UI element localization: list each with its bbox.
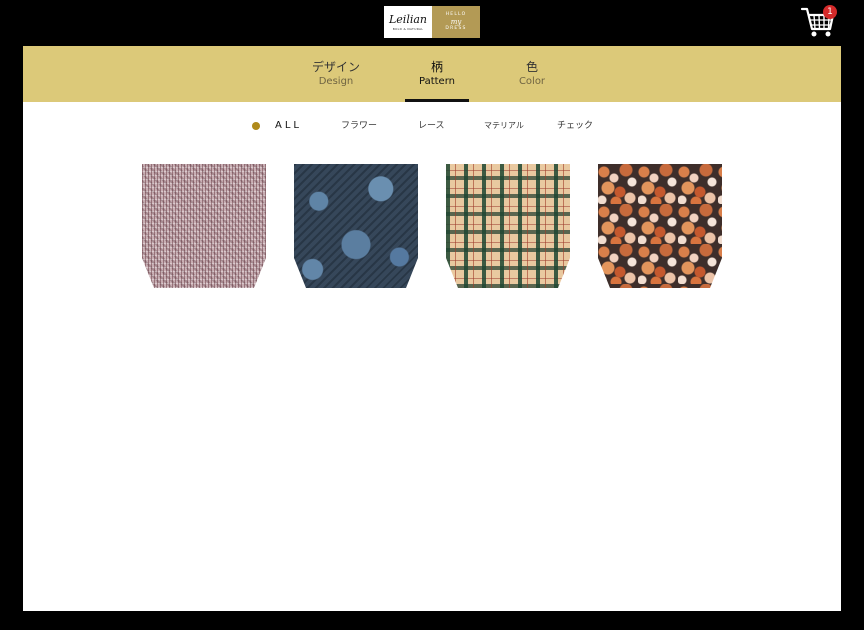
filter-lace[interactable]: レース xyxy=(418,118,445,134)
pattern-filter-bar: ALL フラワー レース マテリアル チェック xyxy=(23,118,841,134)
brand-logo[interactable]: Leilian BOLD & NATURAL HELLO my DRESS xyxy=(384,6,480,38)
filter-all[interactable]: ALL xyxy=(275,118,302,134)
tab-pattern[interactable]: 柄 Pattern xyxy=(405,46,469,102)
cart-count-badge: 1 xyxy=(823,5,837,19)
pattern-swatch-lace[interactable] xyxy=(294,164,418,288)
filter-material[interactable]: マテリアル xyxy=(484,118,524,134)
logo-dress-text: DRESS xyxy=(445,26,467,31)
pattern-swatch-floral[interactable] xyxy=(598,164,722,288)
tab-design-jp-label: デザイン xyxy=(311,60,360,74)
tab-color[interactable]: 色 Color xyxy=(500,46,564,102)
pattern-swatch-tweed[interactable] xyxy=(142,164,266,288)
category-tab-bar: デザイン Design 柄 Pattern 色 Color xyxy=(23,46,841,102)
logo-sub-text: BOLD & NATURAL xyxy=(392,26,424,31)
hello-my-dress-logo: HELLO my DRESS xyxy=(432,6,480,38)
tab-color-jp-label: 色 xyxy=(525,60,538,74)
tab-design[interactable]: デザイン Design xyxy=(304,46,368,102)
tab-color-en-label: Color xyxy=(518,76,546,87)
top-bar: Leilian BOLD & NATURAL HELLO my DRESS 1 xyxy=(0,0,864,45)
main-panel: デザイン Design 柄 Pattern 色 Color ALL フラワー レ… xyxy=(23,46,841,611)
tab-pattern-jp-label: 柄 xyxy=(430,60,443,74)
filter-flower[interactable]: フラワー xyxy=(341,118,377,134)
logo-my-text: my xyxy=(450,18,462,26)
logo-script-text: Leilian xyxy=(388,12,427,26)
tab-design-en-label: Design xyxy=(318,76,354,87)
filter-check[interactable]: チェック xyxy=(557,118,593,134)
leilian-logo: Leilian BOLD & NATURAL xyxy=(384,6,432,38)
pattern-swatch-check[interactable] xyxy=(446,164,570,288)
tab-pattern-en-label: Pattern xyxy=(419,76,455,87)
